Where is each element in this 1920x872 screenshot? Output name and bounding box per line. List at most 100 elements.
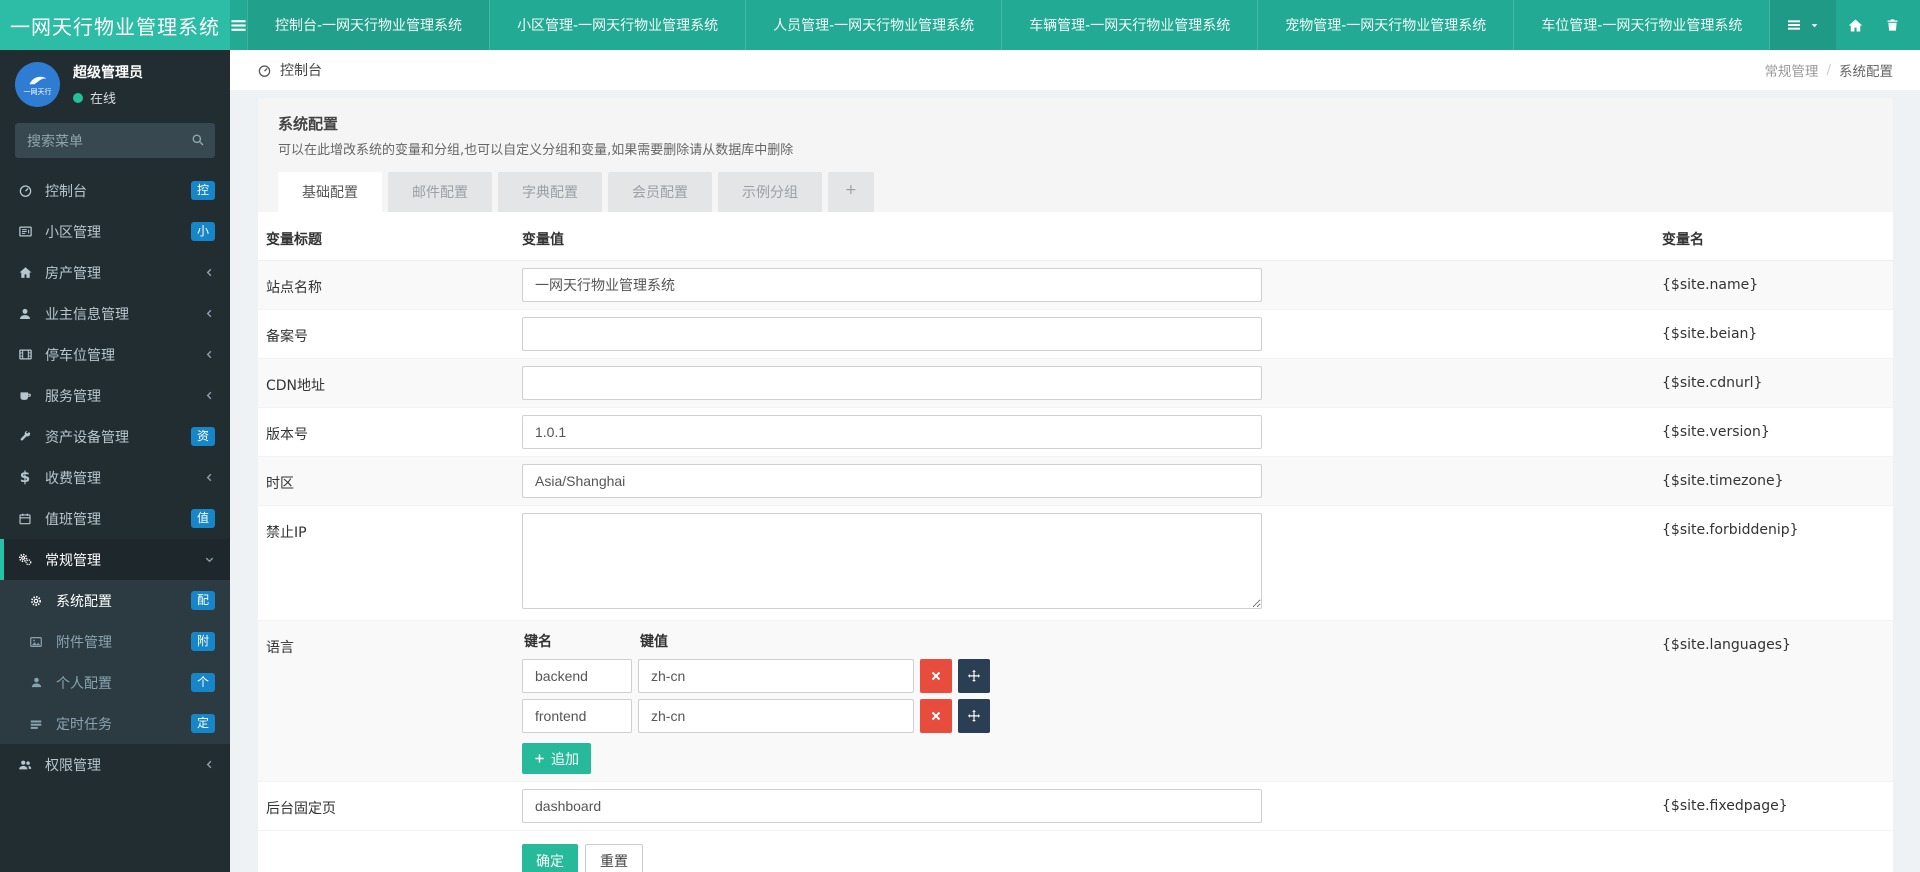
- breadcrumb: 控制台 常规管理 / 系统配置: [230, 50, 1920, 90]
- cdnurl-input[interactable]: [522, 366, 1262, 400]
- topnav-tabs: 控制台-一网天行物业管理系统 小区管理-一网天行物业管理系统 人员管理-一网天行…: [247, 0, 1770, 50]
- table-row: 后台固定页 {$site.fixedpage}: [258, 782, 1893, 831]
- caret-down-icon: [1809, 20, 1820, 31]
- plus-icon: [534, 753, 545, 764]
- badge: 小: [191, 222, 215, 241]
- timezone-input[interactable]: [522, 464, 1262, 498]
- menu-search-box: [15, 123, 215, 158]
- trash-button[interactable]: [1874, 0, 1912, 50]
- sidebar-item-community[interactable]: 小区管理 小: [0, 211, 230, 252]
- coffee-cup-icon: [15, 388, 35, 403]
- breadcrumb-separator: /: [1826, 62, 1831, 78]
- col-header-varname: 变量名: [1654, 229, 1893, 249]
- topnav-tab-parking[interactable]: 车位管理-一网天行物业管理系统: [1513, 0, 1770, 50]
- chevron-left-icon: [204, 390, 215, 401]
- sidebar-item-billing[interactable]: $ 收费管理: [0, 457, 230, 498]
- config-tabs: 基础配置 邮件配置 字典配置 会员配置 示例分组 +: [278, 172, 1873, 212]
- badge: 资: [191, 427, 215, 446]
- site-name-input[interactable]: [522, 268, 1262, 302]
- delete-row-button[interactable]: [920, 699, 952, 733]
- newspaper-icon: [15, 224, 35, 239]
- tab-member-config[interactable]: 会员配置: [608, 172, 712, 212]
- table-row: CDN地址 {$site.cdnurl}: [258, 359, 1893, 408]
- tab-add-group[interactable]: +: [828, 172, 874, 212]
- breadcrumb-section[interactable]: 常规管理: [1764, 60, 1818, 80]
- submit-button[interactable]: 确定: [522, 844, 578, 872]
- chevron-left-icon: [204, 267, 215, 278]
- sidebar-item-attachments[interactable]: 附件管理 附: [0, 621, 230, 662]
- drag-row-button[interactable]: [958, 699, 990, 733]
- badge: 配: [191, 591, 215, 610]
- table-row: 版本号 {$site.version}: [258, 408, 1893, 457]
- sidebar-item-general[interactable]: 常规管理: [0, 539, 230, 580]
- badge: 个: [191, 673, 215, 692]
- topnav-right-controls: 一网天行 超级管理员: [1770, 0, 1920, 50]
- badge: 定: [191, 714, 215, 733]
- sidebar-item-duty[interactable]: 值班管理 值: [0, 498, 230, 539]
- forbidden-ip-textarea[interactable]: [522, 513, 1262, 609]
- sidebar-user-status[interactable]: 在线: [73, 88, 143, 107]
- sidebar-item-dashboard[interactable]: 控制台 控: [0, 170, 230, 211]
- sidebar-user-name: 超级管理员: [73, 62, 143, 82]
- trash-icon: [1885, 17, 1900, 33]
- lang-key-input[interactable]: [522, 659, 632, 693]
- topnav-tab-console[interactable]: 控制台-一网天行物业管理系统: [247, 0, 489, 50]
- tab-mail-config[interactable]: 邮件配置: [388, 172, 492, 212]
- search-icon[interactable]: [191, 133, 205, 147]
- topnav-tab-pet[interactable]: 宠物管理-一网天行物业管理系统: [1257, 0, 1513, 50]
- system-config-panel: 系统配置 可以在此增改系统的变量和分组,也可以自定义分组和变量,如果需要删除请从…: [258, 98, 1893, 872]
- sidebar-item-cron[interactable]: 定时任务 定: [0, 703, 230, 744]
- sidebar-item-service[interactable]: 服务管理: [0, 375, 230, 416]
- table-row-languages: 语言 键名 键值: [258, 621, 1893, 782]
- sidebar-item-parking-space[interactable]: 停车位管理: [0, 334, 230, 375]
- top-navbar: 一网天行物业管理系统 控制台-一网天行物业管理系统 小区管理-一网天行物业管理系…: [0, 0, 1920, 50]
- tachometer-icon: [257, 63, 272, 78]
- image-icon: [26, 635, 46, 649]
- sidebar-item-property[interactable]: 房产管理: [0, 252, 230, 293]
- home-button[interactable]: [1836, 0, 1874, 50]
- sidebar-item-owner-info[interactable]: 业主信息管理: [0, 293, 230, 334]
- fixedpage-input[interactable]: [522, 789, 1262, 823]
- chevron-left-icon: [204, 472, 215, 483]
- chevron-down-icon: [204, 554, 215, 565]
- col-header-value: 变量值: [514, 229, 1654, 249]
- sidebar-item-assets[interactable]: 资产设备管理 资: [0, 416, 230, 457]
- user-icon: [15, 307, 35, 321]
- topnav-tab-vehicle[interactable]: 车辆管理-一网天行物业管理系统: [1001, 0, 1257, 50]
- sidebar-item-permissions[interactable]: 权限管理: [0, 744, 230, 785]
- arrows-move-icon: [967, 709, 981, 723]
- sidebar-user-panel: 一网天行 超级管理员 在线: [0, 50, 230, 117]
- lang-value-input[interactable]: [638, 699, 914, 733]
- lang-value-input[interactable]: [638, 659, 914, 693]
- reset-button[interactable]: 重置: [585, 844, 643, 872]
- badge: 值: [191, 509, 215, 528]
- film-icon: [15, 347, 35, 362]
- menu-search-input[interactable]: [15, 123, 215, 158]
- tabs-list-dropdown-button[interactable]: [1770, 0, 1836, 50]
- home-icon: [15, 265, 35, 280]
- sidebar-toggle-button[interactable]: [230, 0, 247, 50]
- tab-example-group[interactable]: 示例分组: [718, 172, 822, 212]
- app-logo: 一网天行物业管理系统: [0, 0, 230, 50]
- beian-input[interactable]: [522, 317, 1262, 351]
- version-input[interactable]: [522, 415, 1262, 449]
- page-description: 可以在此增改系统的变量和分组,也可以自定义分组和变量,如果需要删除请从数据库中删…: [278, 139, 1873, 158]
- breadcrumb-home[interactable]: 控制台: [257, 60, 322, 80]
- topnav-tab-personnel[interactable]: 人员管理-一网天行物业管理系统: [745, 0, 1001, 50]
- lang-key-input[interactable]: [522, 699, 632, 733]
- sidebar-item-profile[interactable]: 个人配置 个: [0, 662, 230, 703]
- delete-row-button[interactable]: [920, 659, 952, 693]
- col-header-title: 变量标题: [258, 229, 514, 249]
- home-icon: [1847, 17, 1864, 34]
- drag-row-button[interactable]: [958, 659, 990, 693]
- append-button[interactable]: 追加: [522, 743, 591, 774]
- tab-basic-config[interactable]: 基础配置: [278, 172, 382, 212]
- chevron-left-icon: [204, 349, 215, 360]
- sidebar-item-system-config[interactable]: 系统配置 配: [0, 580, 230, 621]
- kv-row: [522, 699, 1646, 733]
- breadcrumb-page: 系统配置: [1839, 60, 1893, 80]
- topnav-tab-community[interactable]: 小区管理-一网天行物业管理系统: [489, 0, 745, 50]
- wipe-cache-button[interactable]: [1912, 0, 1920, 50]
- tab-dictionary-config[interactable]: 字典配置: [498, 172, 602, 212]
- wrench-icon: [15, 430, 35, 444]
